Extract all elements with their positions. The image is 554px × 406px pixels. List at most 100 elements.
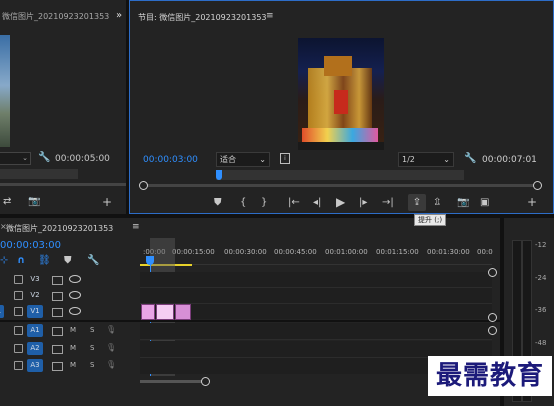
track-label-v1[interactable]: V1	[27, 305, 43, 318]
extract-icon[interactable]: ⇫	[433, 198, 441, 208]
settings-wrench-icon[interactable]: 🔧	[87, 256, 99, 266]
insert-icon[interactable]: ⇄	[3, 197, 11, 207]
timeline-vscroll-handle[interactable]	[488, 268, 497, 277]
ruler-label: 00:01:15:00	[376, 248, 419, 256]
timeline-hscroll-handle[interactable]	[201, 377, 210, 386]
timeline-vscroll-handle[interactable]	[488, 326, 497, 335]
lock-icon[interactable]	[14, 326, 23, 335]
timeline-timecode[interactable]: 00:00:03:00	[0, 240, 61, 251]
video-clip[interactable]	[141, 304, 155, 320]
lift-button[interactable]: ⇪	[408, 194, 426, 211]
track-lane-v2[interactable]	[140, 288, 492, 304]
solo-button[interactable]: S	[90, 326, 94, 334]
lock-icon[interactable]	[14, 344, 23, 353]
program-scrub-bar[interactable]	[216, 170, 464, 180]
zoom-left-handle[interactable]	[139, 181, 148, 190]
source-monitor-more-button[interactable]: »	[116, 10, 122, 21]
source-patch-v1[interactable]: 1	[0, 305, 4, 318]
mute-button[interactable]: M	[70, 344, 76, 352]
lock-icon[interactable]	[14, 361, 23, 370]
meter-label: -24	[535, 274, 547, 282]
video-audio-divider	[0, 320, 500, 322]
track-header-a3: A3 M S 🎙	[0, 358, 140, 374]
timeline-vscroll-handle[interactable]	[488, 313, 497, 322]
camera-icon[interactable]: 📷	[457, 198, 469, 208]
ruler-label: 00:01:30:00	[427, 248, 470, 256]
snap-magnet-icon[interactable]: ∩	[17, 256, 25, 266]
zoom-right-handle[interactable]	[533, 181, 542, 190]
film-toggle-icon[interactable]	[52, 276, 63, 285]
track-label-v2[interactable]: V2	[27, 289, 43, 302]
program-preview-image	[298, 38, 384, 150]
program-resolution-dropdown[interactable]: 1/2 ⌄	[398, 152, 454, 167]
eye-icon[interactable]	[69, 275, 81, 283]
film-toggle-icon[interactable]	[52, 327, 63, 336]
eye-icon[interactable]	[69, 291, 81, 299]
program-menu-icon[interactable]: ≡	[266, 11, 274, 21]
mark-out-icon[interactable]: }	[261, 198, 267, 208]
track-lane-v1[interactable]	[140, 304, 492, 319]
solo-button[interactable]: S	[90, 344, 94, 352]
settings-wrench-icon[interactable]: 🔧	[38, 153, 50, 163]
film-toggle-icon[interactable]	[52, 362, 63, 371]
program-playhead[interactable]	[216, 170, 222, 180]
add-marker-icon[interactable]: ⛊	[64, 256, 72, 266]
program-fit-dropdown[interactable]: 适合 ⌄	[216, 152, 270, 167]
go-to-out-icon[interactable]: →|	[382, 198, 394, 208]
step-back-icon[interactable]: ◂|	[313, 198, 321, 208]
film-toggle-icon[interactable]	[52, 292, 63, 301]
camera-icon[interactable]: 📷	[28, 197, 40, 207]
ruler-label: 00:00:15:00	[172, 248, 215, 256]
track-label-a2[interactable]: A2	[27, 342, 43, 355]
film-toggle-icon[interactable]	[52, 345, 63, 354]
microphone-icon[interactable]: 🎙	[106, 360, 116, 369]
timeline-hscroll-bar[interactable]	[140, 380, 206, 383]
source-timecode: 00:00:05:00	[55, 154, 110, 164]
add-button-icon[interactable]: +	[527, 196, 537, 208]
add-button-icon[interactable]: +	[102, 196, 112, 208]
lock-icon[interactable]	[14, 275, 23, 284]
solo-button[interactable]: S	[90, 361, 94, 369]
lock-icon[interactable]	[14, 307, 23, 316]
lock-icon[interactable]	[14, 291, 23, 300]
source-zoom-bar[interactable]	[0, 183, 126, 186]
mute-button[interactable]: M	[70, 326, 76, 334]
linked-selection-icon[interactable]: ⛓	[38, 256, 51, 266]
source-preview-image	[0, 35, 10, 147]
step-forward-icon[interactable]: |▸	[359, 198, 367, 208]
program-timecode-current[interactable]: 00:00:03:00	[143, 155, 198, 165]
microphone-icon[interactable]: 🎙	[106, 325, 116, 334]
track-lane-a1[interactable]	[140, 323, 492, 340]
track-header-v2: V2	[0, 288, 140, 304]
mark-in-icon[interactable]: {	[240, 198, 246, 208]
safe-margins-icon[interactable]: i	[280, 153, 290, 164]
source-scrub-bar[interactable]	[0, 169, 78, 179]
video-clip[interactable]	[175, 304, 191, 320]
settings-wrench-icon[interactable]: 🔧	[464, 154, 476, 164]
ruler-label: 00:01:00:00	[325, 248, 368, 256]
source-resolution-dropdown[interactable]: ⌄	[0, 152, 31, 165]
compare-view-icon[interactable]: ▣	[480, 198, 489, 208]
track-label-v3[interactable]: V3	[27, 273, 43, 286]
track-label-a1[interactable]: A1	[27, 324, 43, 337]
meter-label: -48	[535, 339, 547, 347]
chevron-down-icon: ⌄	[259, 155, 266, 164]
program-monitor-title: 节目: 微信图片_20210923201353	[138, 13, 267, 22]
mute-button[interactable]: M	[70, 361, 76, 369]
eye-icon[interactable]	[69, 307, 81, 315]
track-lane-v3[interactable]	[140, 272, 492, 288]
go-to-in-icon[interactable]: |←	[288, 198, 300, 208]
track-label-a3[interactable]: A3	[27, 359, 43, 372]
program-resolution-label: 1/2	[402, 155, 415, 164]
nest-icon[interactable]: ⊹	[0, 256, 8, 266]
video-clip[interactable]	[156, 304, 174, 320]
film-toggle-icon[interactable]	[52, 308, 63, 317]
ruler-label: 00:00:45:00	[274, 248, 317, 256]
play-icon[interactable]: ▶	[336, 196, 345, 208]
timeline-menu-icon[interactable]: ≡	[132, 222, 140, 232]
meter-label: -36	[535, 306, 547, 314]
add-marker-icon[interactable]: ⛊	[214, 198, 222, 208]
watermark-text: 最需教育	[428, 356, 552, 396]
program-zoom-bar[interactable]	[142, 184, 537, 187]
microphone-icon[interactable]: 🎙	[106, 343, 116, 352]
